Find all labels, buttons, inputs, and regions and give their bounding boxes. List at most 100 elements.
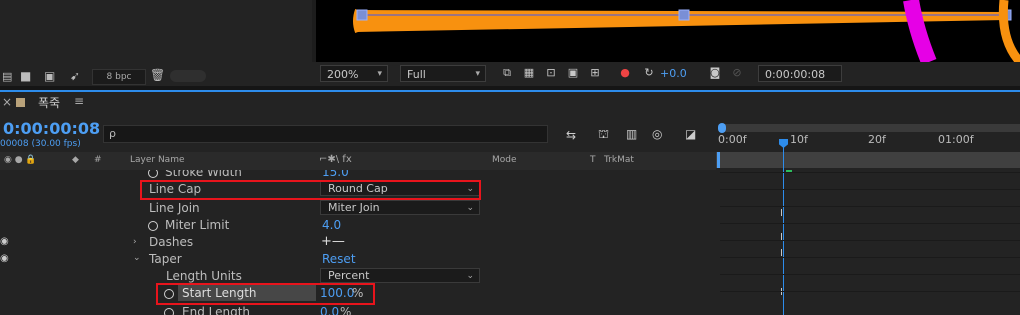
property-row-end-length: End Length 0.0 % [0, 304, 716, 315]
av-features-icons[interactable]: ◉ ● 🔒 [4, 155, 37, 165]
frame-info: 00008 (30.00 fps) [0, 139, 81, 149]
property-value[interactable]: 4.0 [322, 218, 341, 232]
line-join-dropdown[interactable]: Miter Join ⌄ [320, 200, 480, 215]
property-label: Stroke Width [165, 170, 242, 179]
panel-menu-icon[interactable]: ≡ [74, 94, 84, 108]
highlight-box-start-length [156, 283, 375, 305]
layer-number-icon[interactable]: # [94, 155, 102, 165]
stopwatch-icon[interactable] [164, 308, 174, 315]
property-label: Line Join [149, 201, 200, 215]
chevron-down-icon: ⌄ [466, 203, 474, 213]
reset-exposure-icon[interactable]: ↻ [642, 67, 656, 79]
work-area-bar[interactable] [720, 124, 1020, 132]
thumbnail-slider[interactable] [170, 70, 206, 82]
resolution-select[interactable]: Full ▾ [400, 65, 486, 82]
label-icon[interactable]: ◆ [72, 155, 79, 165]
length-units-dropdown[interactable]: Percent ⌄ [320, 268, 480, 283]
ruler-tick-label: 10f [790, 133, 808, 146]
work-area-start-handle[interactable] [718, 123, 726, 133]
composition-viewer[interactable] [316, 0, 1020, 62]
property-label: End Length [182, 305, 251, 315]
expand-arrow-icon[interactable]: › [133, 237, 137, 247]
region-of-interest-icon[interactable]: ▣ [566, 67, 580, 79]
zoom-value: 200% [327, 68, 359, 81]
mode-header[interactable]: Mode [492, 155, 517, 165]
dropdown-value: Percent [328, 269, 370, 282]
frame-blending-icon[interactable]: ◎ [652, 127, 662, 141]
chevron-down-icon: ⌄ [466, 271, 474, 281]
eye-icon[interactable]: ◉ [0, 253, 9, 264]
property-label: Dashes [149, 235, 194, 249]
transparency-grid-icon[interactable]: ▦ [522, 67, 536, 79]
layer-name-header[interactable]: Layer Name [130, 155, 185, 165]
color-channels-icon[interactable]: ● [618, 67, 632, 79]
stopwatch-icon[interactable] [148, 221, 158, 231]
timeline-range-bar [716, 152, 1020, 168]
property-label: Length Units [166, 269, 242, 283]
show-snapshot-icon[interactable]: ⊘ [730, 67, 744, 79]
property-label: Taper [149, 252, 182, 266]
property-row-line-join: Line Join Miter Join ⌄ [0, 200, 716, 217]
property-unit: % [340, 305, 352, 315]
grid-guides-icon[interactable]: ⊞ [588, 67, 602, 79]
interpret-footage-icon[interactable]: ▤ [2, 70, 12, 83]
property-value[interactable]: 0.0 [320, 305, 339, 315]
magenta-shape [903, 0, 937, 62]
trkmat-header[interactable]: TrkMat [604, 155, 634, 165]
chevron-down-icon: ▾ [377, 69, 382, 79]
render-queue-icon[interactable]: ➹ [70, 69, 80, 83]
resolution-value: Full [407, 68, 426, 81]
fast-previews-icon[interactable]: ⧉ [500, 67, 514, 79]
eye-icon[interactable]: ◉ [0, 236, 9, 247]
current-time[interactable]: 0:00:00:08 [3, 119, 100, 138]
property-row-dashes: ◉ › Dashes +— [0, 234, 716, 251]
reset-link[interactable]: Reset [322, 252, 356, 266]
comp-label-color [16, 98, 25, 107]
ruler-tick-label: 20f [868, 133, 886, 146]
path-vertex-start[interactable] [356, 9, 368, 21]
mask-visibility-icon[interactable]: ⊡ [544, 67, 558, 79]
keyframe-marker-icon[interactable]: I [780, 287, 783, 298]
dropdown-value: Miter Join [328, 201, 380, 214]
stopwatch-icon[interactable] [148, 170, 158, 178]
ruler-tick-label: 01:00f [938, 133, 974, 146]
hide-shy-layers-icon[interactable]: ▥ [626, 127, 637, 141]
property-row-miter-limit: Miter Limit 4.0 [0, 217, 716, 234]
keyframe-marker-icon[interactable]: I [780, 208, 783, 219]
bpc-button[interactable]: 8 bpc [92, 69, 146, 85]
add-dash-button[interactable]: +— [321, 234, 345, 249]
project-toolbar: ▤ ■ ▣ ➹ 8 bpc 🗑 [0, 66, 312, 86]
t-header[interactable]: T [590, 155, 596, 165]
switches-header-icons[interactable]: ⌐✱\ fx [319, 154, 352, 165]
timeline-graph[interactable]: 0:00f 10f 20f 01:00f I I I I [716, 112, 1020, 315]
exposure-value[interactable]: +0.0 [660, 67, 687, 80]
folder-icon[interactable]: ■ [20, 69, 31, 83]
close-icon[interactable]: × [2, 95, 12, 109]
layer-search-input[interactable]: ρ [103, 125, 548, 143]
comp-mini-flowchart-icon[interactable]: ⇆ [566, 128, 576, 142]
snapshot-camera-icon[interactable]: ◙ [708, 67, 722, 79]
zoom-select[interactable]: 200% ▾ [320, 65, 388, 82]
path-vertex-mid[interactable] [678, 9, 690, 21]
property-value[interactable]: 15.0 [322, 170, 349, 179]
layer-column-header: ◉ ● 🔒 ◆ # Layer Name ⌐✱\ fx Mode T TrkMa… [0, 152, 716, 171]
property-label: Miter Limit [165, 218, 230, 232]
chevron-down-icon: ▾ [475, 69, 480, 79]
keyframe-marker-icon[interactable]: I [780, 232, 783, 243]
property-row-taper: ◉ ⌄ Taper Reset [0, 251, 716, 268]
new-comp-icon[interactable]: ▣ [44, 69, 55, 83]
highlight-box-line-cap [140, 180, 481, 200]
timeline-tab-bar: × 폭죽 ≡ [0, 92, 1020, 112]
draft-3d-icon[interactable]: ⛫ [598, 127, 609, 143]
layer-properties: Stroke Width 15.0 Line Cap Round Cap ⌄ Li… [0, 170, 716, 315]
motion-blur-icon[interactable]: ◪ [685, 127, 696, 141]
collapse-arrow-icon[interactable]: ⌄ [133, 253, 141, 263]
orange-arc-shape [998, 0, 1020, 62]
search-icon: ρ [109, 127, 116, 140]
trash-icon[interactable]: 🗑 [150, 68, 165, 82]
project-panel [0, 0, 312, 66]
comp-start-marker [717, 152, 720, 168]
tab-comp-name[interactable]: 폭죽 [38, 94, 60, 111]
current-time-display[interactable]: 0:00:00:08 [758, 65, 842, 82]
comp-canvas [353, 0, 1020, 62]
